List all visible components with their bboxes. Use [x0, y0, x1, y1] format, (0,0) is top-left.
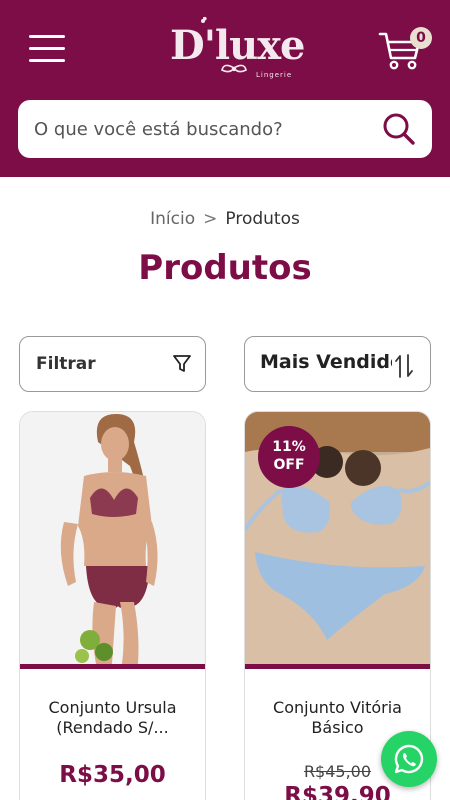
filter-icon [173, 355, 191, 372]
breadcrumb: Início > Produtos [0, 209, 450, 229]
logo-subtitle: Lingerie [256, 71, 293, 79]
product-image [20, 412, 205, 664]
search-icon[interactable] [382, 112, 416, 146]
menu-button[interactable] [29, 35, 65, 65]
menu-icon-line [29, 47, 65, 50]
breadcrumb-home-link[interactable]: Início [150, 209, 195, 229]
search-bar [18, 100, 432, 158]
menu-icon-line [29, 35, 65, 38]
cart-count-badge: 0 [410, 27, 432, 49]
sort-dropdown[interactable]: Mais Vendidos [244, 336, 431, 392]
search-input[interactable] [34, 100, 374, 158]
card-accent-bar [20, 664, 205, 669]
product-card[interactable]: Conjunto Ursula (Rendado S/... R$35,00 [19, 411, 206, 800]
product-name[interactable]: Conjunto Vitória Básico [255, 698, 420, 738]
sort-label: Mais Vendidos [260, 351, 392, 373]
brand-logo[interactable]: D'luxe Lingerie [170, 16, 310, 84]
product-price: R$35,00 [59, 762, 166, 788]
menu-icon-line [29, 59, 65, 62]
whatsapp-button[interactable] [381, 731, 437, 787]
top-header: D'luxe Lingerie 0 [0, 0, 450, 177]
whatsapp-icon [394, 744, 424, 774]
page-title: Produtos [138, 248, 312, 288]
product-name[interactable]: Conjunto Ursula (Rendado S/... [30, 698, 195, 738]
filter-label: Filtrar [36, 354, 96, 374]
breadcrumb-separator: > [203, 209, 218, 229]
card-accent-bar [245, 664, 430, 669]
breadcrumb-current: Produtos [225, 209, 300, 229]
discount-badge: 11% OFF [258, 426, 320, 488]
logo-text: D'luxe [170, 22, 306, 69]
filter-button[interactable]: Filtrar [19, 336, 206, 392]
sort-arrows-icon [395, 354, 413, 378]
